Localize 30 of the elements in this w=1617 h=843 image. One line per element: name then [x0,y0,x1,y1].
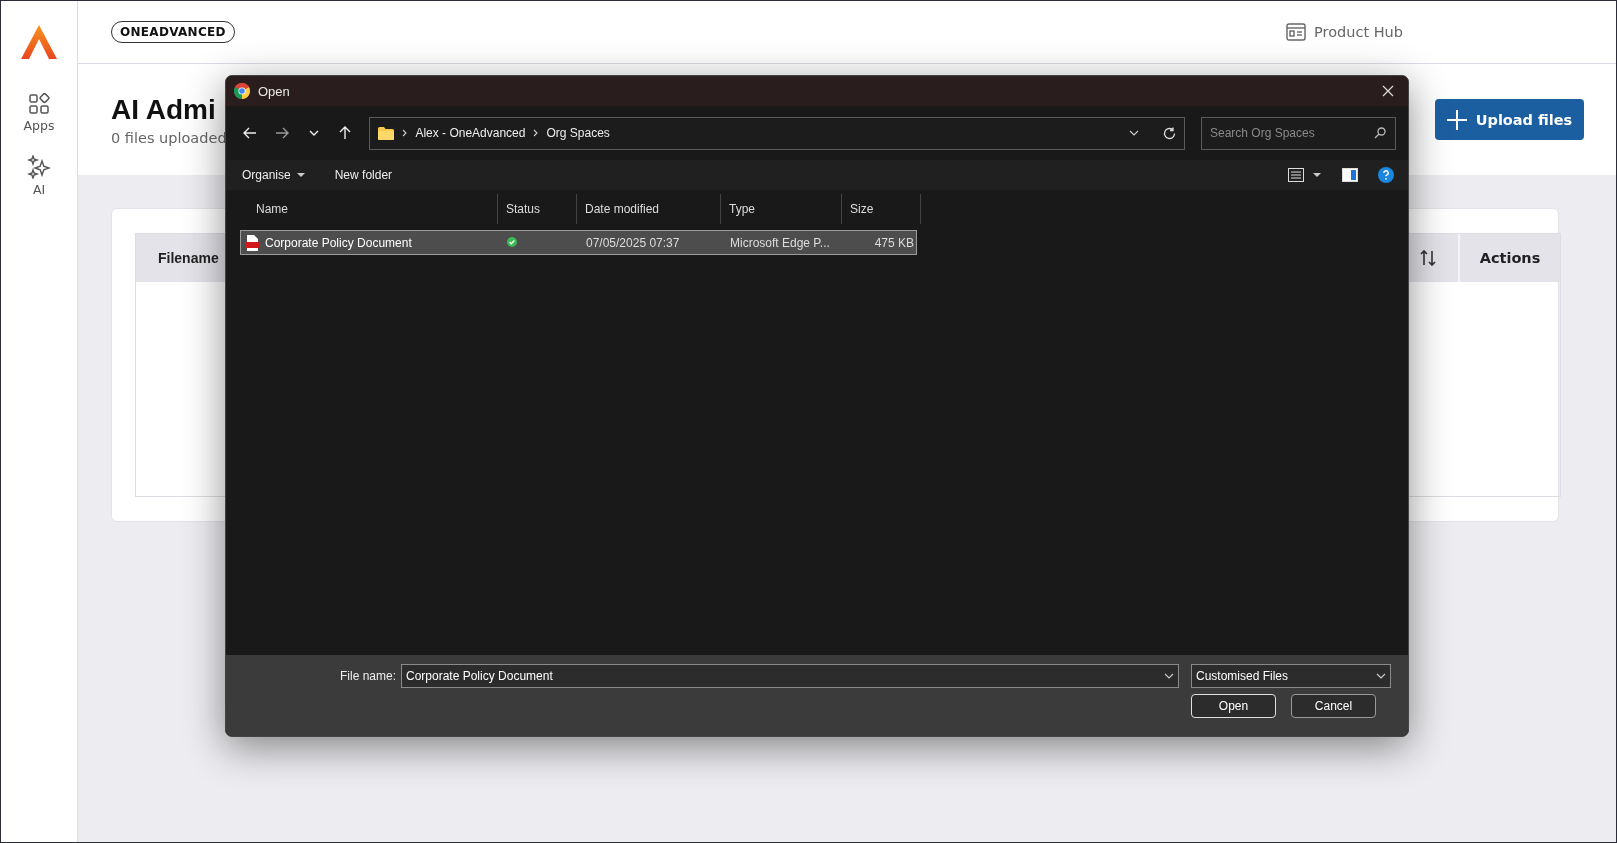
column-header[interactable]: Size [842,194,921,224]
toolbar-button[interactable]: Organise [236,165,311,185]
page-title: AI Admi [111,93,217,126]
size-cell-text: 475 KB [873,235,915,250]
open-button[interactable]: Open [1191,694,1276,718]
search-field[interactable]: Search Org Spaces [1201,116,1396,150]
column-header: Filename [157,250,220,266]
upload-files-button[interactable]: Upload files [1435,99,1584,140]
file-name-label: File name: [339,669,396,683]
file-row[interactable]: Corporate Policy Document 07/05/2025 07:37 Microsoft Edge P... 475 KB [240,230,917,255]
breadcrumb-item[interactable]: Alex - OneAdvanced [415,126,526,140]
column-header[interactable]: Status [498,194,577,224]
file-type-dropdown[interactable]: Customised Files [1191,664,1391,688]
breadcrumb-item[interactable]: Org Spaces [546,126,610,140]
cancel-button[interactable]: Cancel [1291,694,1376,718]
column-header: Actions [1458,234,1560,282]
column-header[interactable]: Name [240,194,498,224]
column-header[interactable]: Type [721,194,842,224]
column-header[interactable]: Date modified [577,194,721,224]
dialog-title: Open [258,83,290,99]
file-name: Corporate Policy Document [265,235,412,250]
file-name-field[interactable]: Corporate Policy Document [401,664,1179,688]
date-cell-text: 07/05/2025 07:37 [585,235,681,250]
type-cell-text: Microsoft Edge P... [729,235,831,250]
sidebar-item[interactable]: AI [27,155,51,197]
product-hub-link[interactable]: Product Hub [1286,23,1403,41]
toolbar-button[interactable]: New folder [328,165,399,185]
sidebar-item[interactable]: Apps [23,93,55,133]
address-bar[interactable]: Alex - OneAdvanced Org Spaces [369,116,1185,150]
files-count: 0 files uploaded [111,129,227,146]
